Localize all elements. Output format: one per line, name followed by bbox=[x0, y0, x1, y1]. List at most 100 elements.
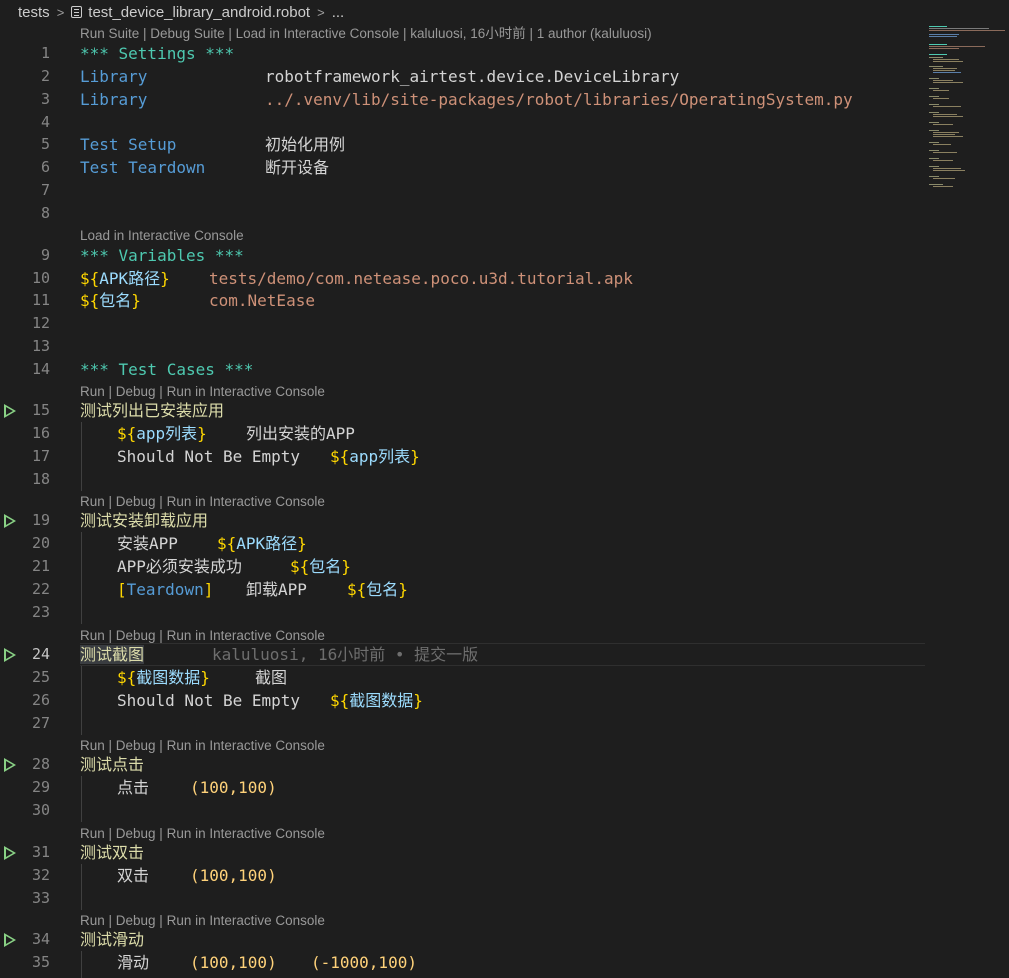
setting-value: 断开设备 bbox=[265, 158, 330, 177]
var-brace: ${ bbox=[217, 534, 237, 553]
code-line-17[interactable]: 17 Should Not Be Empty ${app列表} bbox=[0, 445, 925, 468]
run-test-icon[interactable] bbox=[4, 404, 16, 418]
code-line-19[interactable]: 19 测试安装卸载应用 bbox=[0, 509, 925, 532]
var-brace: } bbox=[297, 534, 307, 553]
var-brace: } bbox=[398, 580, 408, 599]
minimap-line bbox=[933, 136, 963, 137]
line-number: 5 bbox=[40, 135, 50, 153]
keyword: 点击 bbox=[117, 778, 150, 797]
codelens-variables[interactable]: Load in Interactive Console bbox=[80, 228, 244, 244]
code-editor[interactable]: Run Suite | Debug Suite | Load in Intera… bbox=[0, 0, 1009, 978]
variable-name: APK路径 bbox=[236, 534, 298, 553]
code-line-13[interactable]: 13 bbox=[0, 335, 925, 358]
code-line-30[interactable]: 30 bbox=[0, 799, 925, 822]
code-line-33[interactable]: 33 bbox=[0, 887, 925, 910]
minimap-line bbox=[929, 166, 939, 167]
code-line-20[interactable]: 20 安装APP ${APK路径} bbox=[0, 532, 925, 555]
line-number: 10 bbox=[31, 269, 50, 287]
library-name: robotframework_airtest.device.DeviceLibr… bbox=[265, 67, 680, 86]
test-case-name: 测试安装卸载应用 bbox=[80, 511, 209, 530]
code-line-3[interactable]: 3 Library ../.venv/lib/site-packages/rob… bbox=[0, 88, 925, 111]
line-number: 6 bbox=[40, 158, 50, 176]
minimap-line bbox=[933, 70, 955, 71]
line-number: 30 bbox=[31, 801, 50, 819]
run-test-icon[interactable] bbox=[4, 648, 16, 662]
code-line-4[interactable]: 4 bbox=[0, 111, 925, 134]
var-brace: ${ bbox=[290, 557, 310, 576]
code-line-9[interactable]: 9 *** Variables *** bbox=[0, 244, 925, 267]
var-brace: ${ bbox=[330, 447, 350, 466]
code-line-25[interactable]: 25 ${截图数据} 截图 bbox=[0, 666, 925, 689]
run-test-icon[interactable] bbox=[4, 758, 16, 772]
run-test-icon[interactable] bbox=[4, 846, 16, 860]
codelens-run-debug[interactable]: Run | Debug | Run in Interactive Console bbox=[80, 913, 325, 929]
code-line-34[interactable]: 34 测试滑动 bbox=[0, 928, 925, 951]
line-number: 34 bbox=[31, 930, 50, 948]
minimap[interactable] bbox=[925, 24, 1009, 204]
code-line-24[interactable]: 24 测试截图 kaluluosi, 16小时前 • 提交一版 bbox=[0, 643, 925, 666]
code-line-2[interactable]: 2 Library robotframework_airtest.device.… bbox=[0, 65, 925, 88]
test-case-name: 测试列出已安装应用 bbox=[80, 401, 225, 420]
code-line-23[interactable]: 23 bbox=[0, 601, 925, 624]
line-number: 29 bbox=[31, 778, 50, 796]
var-brace: ${ bbox=[330, 691, 350, 710]
minimap-line bbox=[933, 160, 953, 161]
line-number: 27 bbox=[31, 714, 50, 732]
code-line-12[interactable]: 12 bbox=[0, 312, 925, 335]
code-line-11[interactable]: 11 ${包名} com.NetEase bbox=[0, 289, 925, 312]
code-line-31[interactable]: 31 测试双击 bbox=[0, 841, 925, 864]
code-line-28[interactable]: 28 测试点击 bbox=[0, 753, 925, 776]
variable-name: 包名 bbox=[99, 291, 132, 310]
code-line-10[interactable]: 10 ${APK路径} tests/demo/com.netease.poco.… bbox=[0, 267, 925, 290]
codelens-suite[interactable]: Run Suite | Debug Suite | Load in Intera… bbox=[80, 26, 652, 42]
minimap-line bbox=[933, 72, 961, 73]
line-number: 18 bbox=[31, 470, 50, 488]
argument: (100,100) bbox=[190, 953, 277, 972]
codelens-run-debug[interactable]: Run | Debug | Run in Interactive Console bbox=[80, 494, 325, 510]
codelens-run-debug[interactable]: Run | Debug | Run in Interactive Console bbox=[80, 738, 325, 754]
line-number: 14 bbox=[31, 360, 50, 378]
minimap-line bbox=[933, 114, 957, 115]
git-blame-annotation: kaluluosi, 16小时前 • 提交一版 bbox=[212, 645, 479, 664]
minimap-line bbox=[929, 122, 939, 123]
minimap-line bbox=[933, 106, 961, 107]
code-line-26[interactable]: 26 Should Not Be Empty ${截图数据} bbox=[0, 689, 925, 712]
line-number: 16 bbox=[31, 424, 50, 442]
line-number: 13 bbox=[31, 337, 50, 355]
code-line-5[interactable]: 5 Test Setup 初始化用例 bbox=[0, 133, 925, 156]
minimap-line bbox=[929, 112, 939, 113]
code-line-15[interactable]: 15 测试列出已安装应用 bbox=[0, 399, 925, 422]
minimap-line bbox=[929, 78, 939, 79]
var-brace: } bbox=[413, 691, 423, 710]
variable-value: com.NetEase bbox=[209, 291, 315, 310]
minimap-line bbox=[929, 57, 943, 58]
code-line-8[interactable]: 8 bbox=[0, 202, 925, 225]
code-line-35[interactable]: 35 滑动 (100,100) (-1000,100) bbox=[0, 951, 925, 974]
code-line-21[interactable]: 21 APP必须安装成功 ${包名} bbox=[0, 555, 925, 578]
code-line-22[interactable]: 22 [Teardown] 卸载APP ${包名} bbox=[0, 578, 925, 601]
codelens-run-debug[interactable]: Run | Debug | Run in Interactive Console bbox=[80, 826, 325, 842]
code-line-1[interactable]: 1 *** Settings *** bbox=[0, 42, 925, 65]
code-line-14[interactable]: 14 *** Test Cases *** bbox=[0, 358, 925, 381]
keyword: 滑动 bbox=[117, 953, 150, 972]
setting-value: 初始化用例 bbox=[265, 135, 346, 154]
line-number: 31 bbox=[31, 843, 50, 861]
codelens-run-debug[interactable]: Run | Debug | Run in Interactive Console bbox=[80, 384, 325, 400]
code-line-7[interactable]: 7 bbox=[0, 179, 925, 202]
code-line-29[interactable]: 29 点击 (100,100) bbox=[0, 776, 925, 799]
variable-name: 截图数据 bbox=[136, 668, 201, 687]
line-number: 11 bbox=[31, 291, 50, 309]
minimap-line bbox=[929, 30, 1005, 31]
keyword: 列出安装的APP bbox=[246, 424, 355, 443]
line-number: 24 bbox=[31, 645, 50, 663]
code-line-16[interactable]: 16 ${app列表} 列出安装的APP bbox=[0, 422, 925, 445]
code-line-27[interactable]: 27 bbox=[0, 712, 925, 735]
codelens-run-debug[interactable]: Run | Debug | Run in Interactive Console bbox=[80, 628, 325, 644]
run-test-icon[interactable] bbox=[4, 514, 16, 528]
variable-name: 包名 bbox=[309, 557, 342, 576]
code-line-6[interactable]: 6 Test Teardown 断开设备 bbox=[0, 156, 925, 179]
code-line-32[interactable]: 32 双击 (100,100) bbox=[0, 864, 925, 887]
run-test-icon[interactable] bbox=[4, 933, 16, 947]
code-line-18[interactable]: 18 bbox=[0, 468, 925, 491]
var-brace: } bbox=[160, 269, 170, 288]
